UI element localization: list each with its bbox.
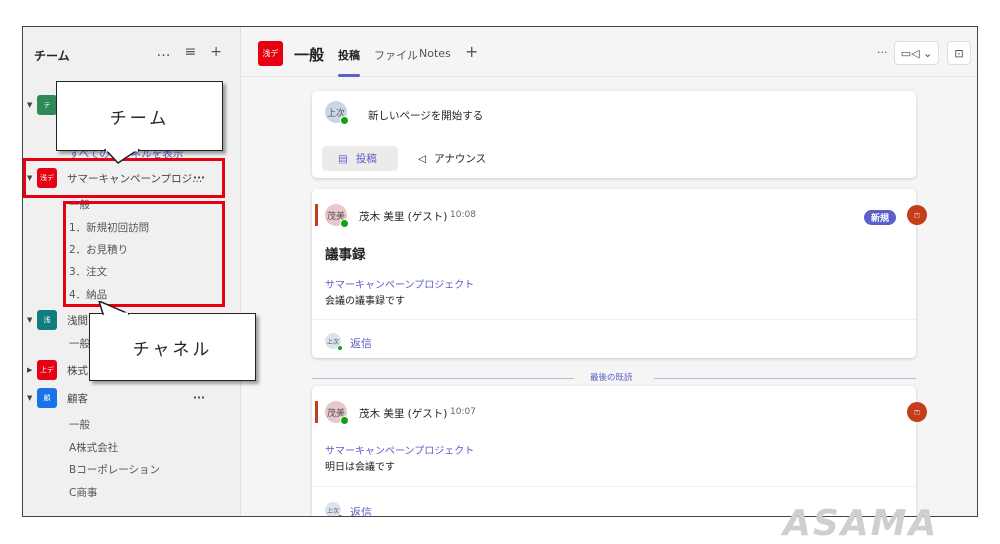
post-label: 投稿	[355, 153, 377, 165]
sidebar-title: チーム	[34, 49, 70, 63]
chevron-down-icon[interactable]: ⌄	[923, 47, 932, 60]
add-icon[interactable]: +	[210, 44, 222, 60]
team-avatar: テ	[37, 95, 57, 115]
meet-button[interactable]: ▭◁ ⌄	[894, 41, 939, 65]
team-name: 顧客	[67, 392, 88, 405]
team-avatar: 浅デ	[258, 41, 283, 66]
new-badge: 新規	[864, 210, 897, 225]
reply-button[interactable]: 返信	[350, 335, 372, 351]
avatar: 上次	[325, 101, 349, 125]
team-avatar: 浅	[37, 310, 57, 330]
channel-label: C商事	[69, 486, 98, 499]
channel-highlight-box	[63, 201, 225, 307]
channel-item[interactable]: C商事	[23, 482, 241, 502]
asama-watermark-logo: ASAMA	[783, 503, 939, 544]
channel-label: A株式会社	[69, 441, 119, 454]
reaction-icon[interactable]: ෆ	[907, 402, 927, 422]
document-icon: ▤	[338, 152, 348, 165]
caret-right-icon[interactable]: ▶	[27, 366, 32, 374]
open-panel-button[interactable]: ⊡	[947, 41, 971, 65]
team-name: 浅間	[67, 314, 88, 327]
add-tab-icon[interactable]: +	[465, 42, 478, 61]
channel-main: 浅デ 一般 投稿 ファイル Notes + ··· ▭◁ ⌄ ⊡ 上次 新しいペ…	[242, 27, 977, 516]
tab-posts[interactable]: 投稿	[338, 47, 360, 63]
tab-files[interactable]: ファイル	[374, 47, 418, 63]
announcement-button[interactable]: ◁ アナウンス	[418, 146, 486, 171]
post-card: 茂美 茂木 美里 (ゲスト) 10:08 新規 ෆ 議事録 サマーキャンペーンプ…	[312, 189, 927, 358]
post-body: 会議の議事録です	[325, 296, 405, 307]
more-icon[interactable]: ···	[877, 46, 888, 59]
mention-link[interactable]: サマーキャンペーンプロジェクト	[325, 276, 474, 291]
last-read-label: 最後の既読	[590, 373, 633, 383]
video-icon: ▭◁	[900, 46, 920, 60]
channel-label: 一般	[69, 418, 90, 431]
team-item-customers[interactable]: ▼ 顧 顧客 ···	[23, 388, 241, 408]
channel-item[interactable]: Bコーポレーション	[23, 459, 241, 479]
caret-down-icon[interactable]: ▼	[27, 101, 32, 109]
author-name: 茂木 美里 (ゲスト)	[359, 408, 448, 420]
status-available-icon	[340, 116, 349, 125]
last-read-divider: 最後の既読	[312, 372, 916, 384]
team-avatar: 上デ	[37, 360, 57, 380]
channel-item[interactable]: 一般	[23, 414, 241, 434]
callout-tail	[98, 301, 130, 315]
reaction-icon[interactable]: ෆ	[907, 205, 927, 225]
channel-item[interactable]: A株式会社	[23, 437, 241, 457]
team-avatar: 顧	[37, 388, 57, 408]
avatar: 上次	[325, 502, 343, 516]
team-callout: チーム	[56, 81, 223, 151]
caret-down-icon[interactable]: ▼	[27, 394, 32, 402]
unread-accent	[315, 204, 318, 226]
divider	[312, 319, 916, 320]
channel-title: 一般	[294, 46, 325, 64]
channel-label: Bコーポレーション	[69, 463, 160, 476]
avatar: 上次	[325, 333, 343, 351]
post-body: 明日は会議です	[325, 462, 395, 473]
panel-icon: ⊡	[954, 46, 964, 60]
post-time: 10:08	[450, 210, 476, 220]
filter-icon[interactable]: ≡	[185, 44, 197, 60]
channel-label: 一般	[69, 337, 90, 350]
unread-accent	[315, 401, 318, 423]
author-name: 茂木 美里 (ゲスト)	[359, 211, 448, 223]
divider	[312, 486, 916, 487]
avatar: 茂美	[325, 204, 349, 228]
tab-notes[interactable]: Notes	[419, 47, 451, 60]
more-icon[interactable]: ···	[193, 392, 205, 404]
caret-down-icon[interactable]: ▼	[27, 316, 32, 324]
mention-link[interactable]: サマーキャンペーンプロジェクト	[325, 442, 474, 457]
post-title: 議事録	[325, 247, 366, 263]
callout-tail	[103, 149, 141, 164]
post-button[interactable]: ▤ 投稿	[322, 146, 398, 171]
new-post-input[interactable]: 新しいページを開始する	[368, 108, 483, 123]
megaphone-icon: ◁	[418, 152, 427, 165]
channel-callout: チャネル	[89, 313, 256, 381]
reply-button[interactable]: 返信	[350, 504, 372, 516]
status-available-icon	[340, 219, 349, 228]
more-icon[interactable]: …	[157, 44, 171, 60]
teams-window: チーム … ≡ + ▼ テ すべてのチャネルを表示 ▼ 浅デ サマーキャンペーン…	[22, 26, 978, 517]
avatar: 茂美	[325, 401, 349, 425]
active-tab-indicator	[338, 74, 360, 77]
channel-header: 浅デ 一般 投稿 ファイル Notes + ··· ▭◁ ⌄ ⊡	[242, 27, 977, 77]
post-card: 茂美 茂木 美里 (ゲスト) 10:07 ෆ サマーキャンペーンプロジェクト 明…	[312, 386, 927, 516]
post-time: 10:07	[450, 407, 476, 417]
status-available-icon	[340, 416, 349, 425]
compose-card: 上次 新しいページを開始する ▤ 投稿 ◁ アナウンス	[312, 91, 916, 178]
team-name: 株式	[67, 364, 88, 377]
announce-label: アナウンス	[434, 153, 487, 165]
